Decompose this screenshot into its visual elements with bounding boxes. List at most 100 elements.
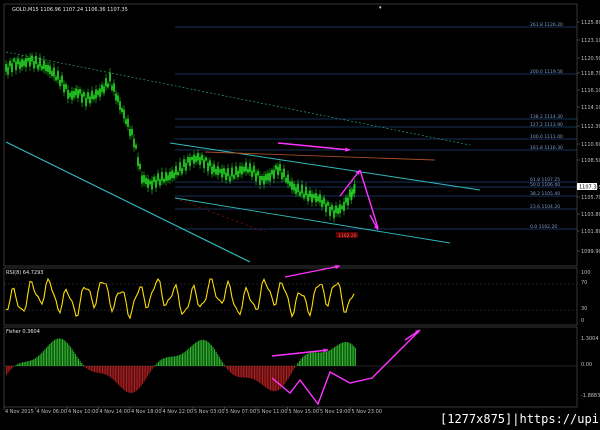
candle-body (191, 157, 193, 161)
candle-body (143, 175, 145, 183)
fib-level-label: 127.2 1113.90 (530, 122, 563, 128)
candle-body (103, 86, 105, 94)
candle-body (21, 59, 23, 68)
rsi-header: RSI(8) 64.7293 (6, 270, 43, 276)
candle-body (215, 168, 217, 175)
fisher-bar (351, 344, 353, 366)
candle-body (335, 205, 337, 214)
fisher-bar (23, 362, 25, 366)
fisher-bar (98, 366, 100, 374)
candle-body (7, 66, 9, 75)
fisher-bar (167, 357, 169, 366)
candle-body (177, 171, 179, 176)
fisher-bar (62, 339, 64, 366)
candle-body (301, 184, 303, 194)
fisher-bar (305, 354, 307, 366)
candle-body (217, 166, 219, 176)
candle-body (141, 175, 143, 184)
candle-body (281, 172, 283, 180)
fisher-bar (166, 357, 168, 366)
fisher-bar (199, 340, 201, 366)
fisher-bar (103, 366, 105, 375)
fisher-bar (169, 356, 171, 366)
time-tick-label: 4 Nov 14:00 (100, 409, 131, 415)
fisher-bar (346, 342, 348, 366)
fisher-bar (111, 366, 113, 379)
fisher-bar (244, 366, 246, 378)
candle-body (197, 152, 199, 161)
time-tick-label: 5 Nov 19:00 (320, 409, 351, 415)
fisher-bar (33, 359, 35, 366)
fisher-bar (324, 351, 326, 366)
candle-body (205, 157, 207, 161)
fisher-bar (337, 345, 339, 366)
candle-body (343, 201, 345, 211)
fisher-bar (193, 344, 195, 366)
candle-body (175, 166, 177, 175)
rsi-level-label: 30 (581, 306, 587, 312)
fisher-bar (322, 352, 324, 366)
fisher-bar (63, 340, 65, 366)
candle-body (329, 206, 331, 216)
fisher-bar (50, 342, 52, 366)
candle-body (139, 163, 141, 169)
fisher-bar (178, 354, 180, 366)
fisher-bar (119, 366, 121, 387)
candle-body (87, 92, 89, 99)
fisher-bar (241, 366, 243, 378)
candle-body (259, 175, 261, 185)
candle-body (117, 95, 119, 102)
fisher-bar (297, 363, 299, 366)
candle-body (17, 58, 19, 65)
fisher-bar (164, 357, 166, 366)
fisher-bar (86, 366, 88, 369)
candle-body (31, 55, 33, 62)
candle-body (201, 154, 203, 161)
candle-body (239, 166, 241, 174)
price-tick-label: 1112.30 (581, 124, 600, 130)
candle-body (189, 157, 191, 167)
fisher-bar (49, 344, 51, 366)
candle-body (155, 179, 157, 188)
candle-body (89, 96, 91, 104)
fib-level-label: 100.0 1111.00 (530, 134, 563, 140)
stop-level-label: 1102.20 (338, 233, 357, 239)
candle-body (345, 197, 347, 203)
fisher-bar (134, 366, 136, 393)
candle-body (115, 93, 117, 101)
fisher-bar (87, 366, 89, 370)
fisher-bar (130, 366, 132, 393)
fisher-bar (214, 349, 216, 366)
candle-body (287, 174, 289, 184)
fisher-header: Fisher 0.3604 (6, 329, 40, 335)
fisher-bar (342, 342, 344, 366)
candle-body (309, 190, 311, 198)
fisher-bar (257, 366, 259, 382)
candle-body (27, 57, 29, 62)
fib-level-label: 38.2 1105.40 (530, 191, 560, 197)
candle-body (261, 176, 263, 181)
fisher-bar (316, 352, 318, 366)
time-tick-label: 4 Nov 22:00 (163, 409, 194, 415)
fisher-bar (122, 366, 124, 390)
fisher-bar (177, 355, 179, 366)
candle-body (263, 176, 265, 185)
fisher-bar (274, 366, 276, 392)
fisher-bar (311, 352, 313, 366)
fisher-bar (206, 340, 208, 366)
fisher-bar (250, 366, 252, 379)
fisher-bar (10, 366, 12, 369)
fisher-bar (258, 366, 260, 383)
candle-body (95, 89, 97, 99)
candle-body (73, 91, 75, 98)
candle-body (331, 205, 333, 211)
fisher-bar (238, 366, 240, 378)
candle-body (153, 176, 155, 182)
candle-body (113, 83, 115, 92)
fisher-bar (74, 354, 76, 366)
candle-body (229, 176, 231, 182)
candle-body (63, 84, 65, 93)
fisher-bar (242, 366, 244, 378)
fisher-bar (278, 366, 280, 390)
candle-body (199, 157, 201, 165)
